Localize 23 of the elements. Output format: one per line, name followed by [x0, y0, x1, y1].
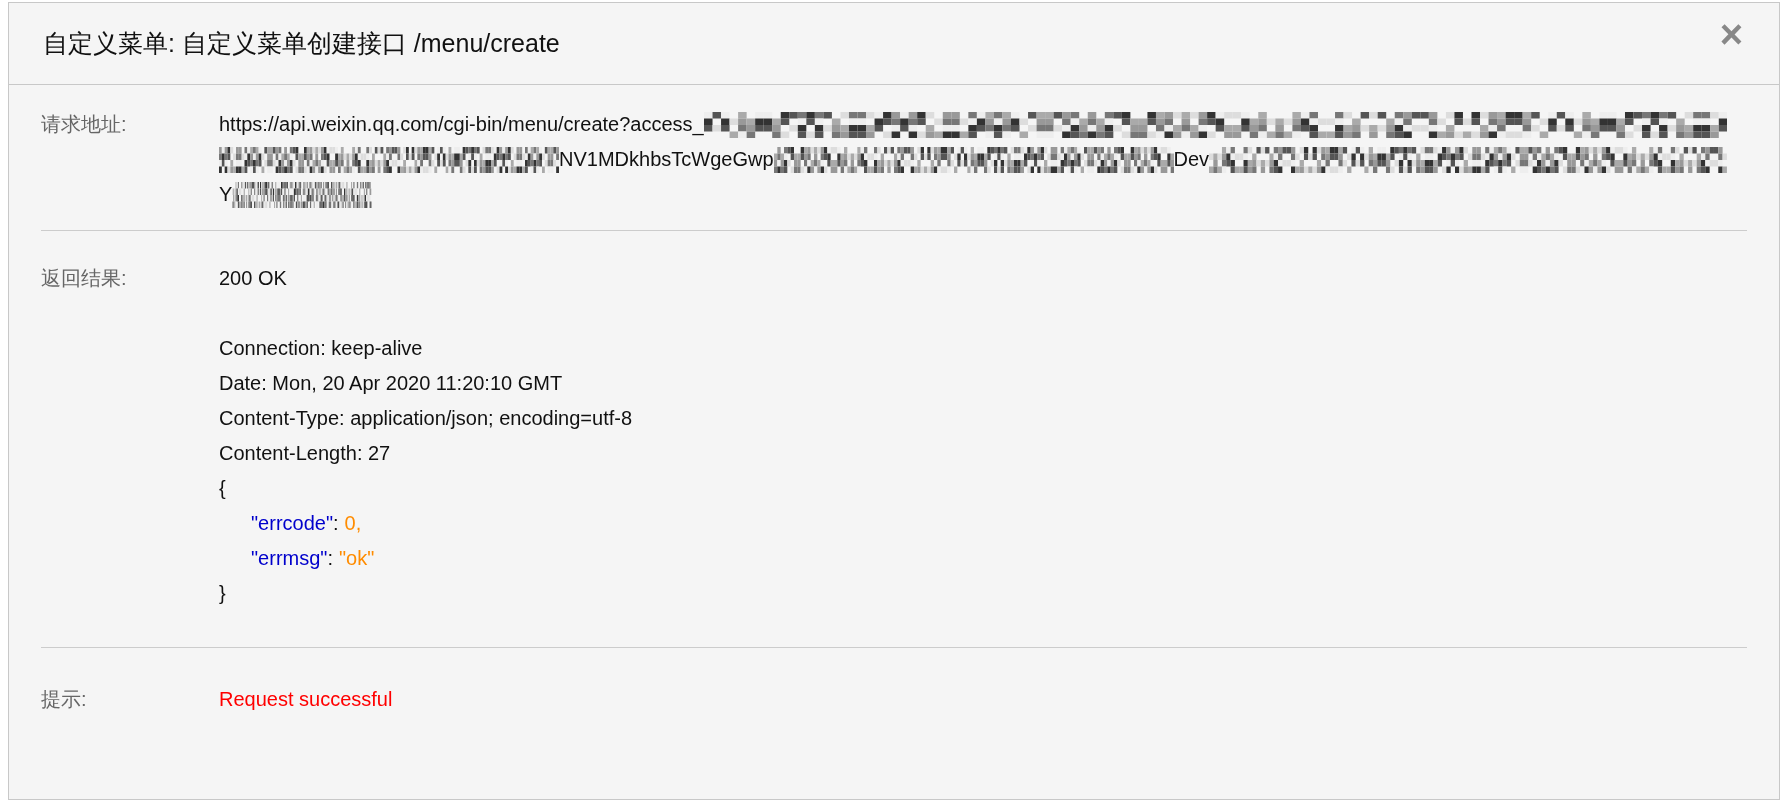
json-value: 0,: [344, 511, 362, 536]
json-brace: {: [219, 476, 226, 501]
hint-message: Request successful: [219, 687, 394, 712]
json-key: "errmsg": [251, 541, 328, 576]
header-line: Content-Type: application/json; encoding=utf-8: [219, 406, 634, 431]
header-line: Date: Mon, 20 Apr 2020 11:20:10 GMT: [219, 371, 564, 396]
json-key: "errcode": [251, 506, 333, 541]
json-colon: :: [333, 511, 340, 536]
dialog-title: 自定义菜单: 自定义菜单创建接口 /menu/create: [43, 27, 560, 59]
close-button[interactable]: ×: [1719, 13, 1743, 54]
field-label: 返回结果:: [41, 266, 128, 291]
url-text: Dev: [1173, 147, 1210, 172]
url-text: Y: [219, 182, 233, 207]
json-value: "ok": [339, 546, 375, 571]
json-brace: }: [219, 581, 226, 606]
header-line: Connection: keep-alive: [219, 336, 424, 361]
field-label: 提示:: [41, 687, 88, 712]
status-text: 200 OK: [219, 266, 288, 291]
url-text: NV1MDkhbsTcWgeGwp: [559, 147, 774, 172]
json-colon: :: [327, 546, 334, 571]
url-text: https://api.weixin.qq.com/cgi-bin/menu/create?access_: [219, 112, 704, 138]
field-label: 请求地址:: [41, 112, 128, 137]
header-line: Content-Length: 27: [219, 441, 392, 466]
